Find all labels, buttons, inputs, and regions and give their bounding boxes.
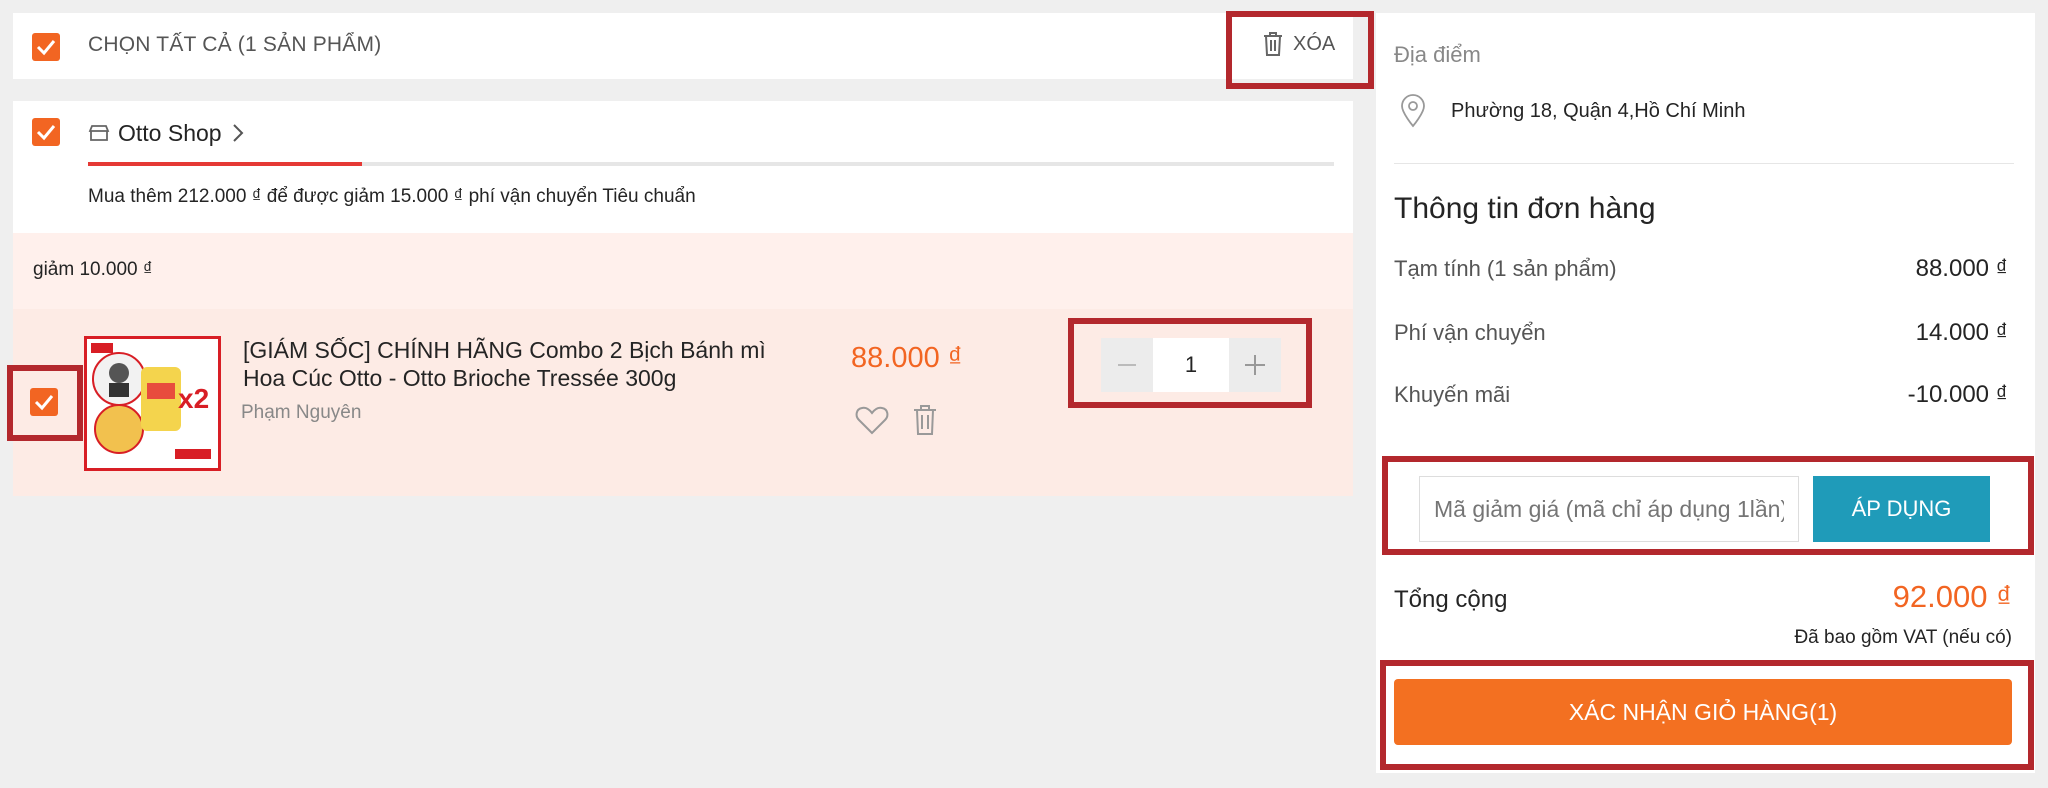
total-label: Tổng cộng [1394, 586, 1508, 613]
trash-icon[interactable] [912, 404, 938, 436]
select-all-checkbox[interactable] [32, 33, 60, 61]
highlight-box-confirm [1380, 660, 2034, 770]
shipping-fee-value: 14.000 ₫ [1915, 319, 2008, 346]
store-icon [88, 125, 110, 141]
select-all-label: CHỌN TẤT CẢ (1 SẢN PHẨM) [88, 33, 382, 56]
shipping-fee-label: Phí vận chuyển [1394, 320, 1546, 345]
highlight-box-coupon [1382, 456, 2034, 555]
shop-name-link[interactable]: Otto Shop [118, 120, 222, 147]
summary-divider [1394, 163, 2014, 164]
location-label: Địa điểm [1394, 42, 1481, 67]
chevron-right-icon[interactable] [232, 123, 244, 143]
highlight-box-quantity [1068, 318, 1312, 408]
address-text: Phường 18, Quận 4,Hồ Chí Minh [1451, 100, 1746, 122]
subtotal-value: 88.000 ₫ [1915, 255, 2008, 282]
highlight-box-delete [1226, 11, 1374, 89]
shop-checkbox[interactable] [32, 118, 60, 146]
heart-icon[interactable] [855, 406, 889, 436]
subtotal-label: Tạm tính (1 sản phẩm) [1394, 256, 1617, 281]
product-price: 88.000 ₫ [851, 342, 963, 374]
free-ship-message: Mua thêm 212.000 ₫ để được giảm 15.000 ₫… [88, 186, 696, 207]
product-image[interactable]: x2 [84, 336, 221, 471]
discount-label: Khuyến mãi [1394, 382, 1511, 407]
highlight-box-item-checkbox [7, 365, 83, 441]
order-info-title: Thông tin đơn hàng [1394, 192, 1656, 225]
promo-band [13, 233, 1353, 309]
free-ship-progress-fill [88, 162, 363, 166]
free-ship-progress [88, 162, 1334, 166]
promo-text: giảm 10.000 ₫ [33, 259, 153, 280]
product-title-link[interactable]: [GIÁM SỐC] CHÍNH HÃNG Combo 2 Bịch Bánh … [243, 336, 803, 392]
vat-note: Đã bao gồm VAT (nếu có) [1794, 627, 2012, 648]
total-value: 92.000 ₫ [1892, 579, 2012, 614]
product-seller: Phạm Nguyên [241, 402, 362, 423]
location-pin-icon [1401, 94, 1425, 128]
product-image-badge: x2 [178, 383, 210, 414]
discount-value: -10.000 ₫ [1907, 381, 2008, 408]
